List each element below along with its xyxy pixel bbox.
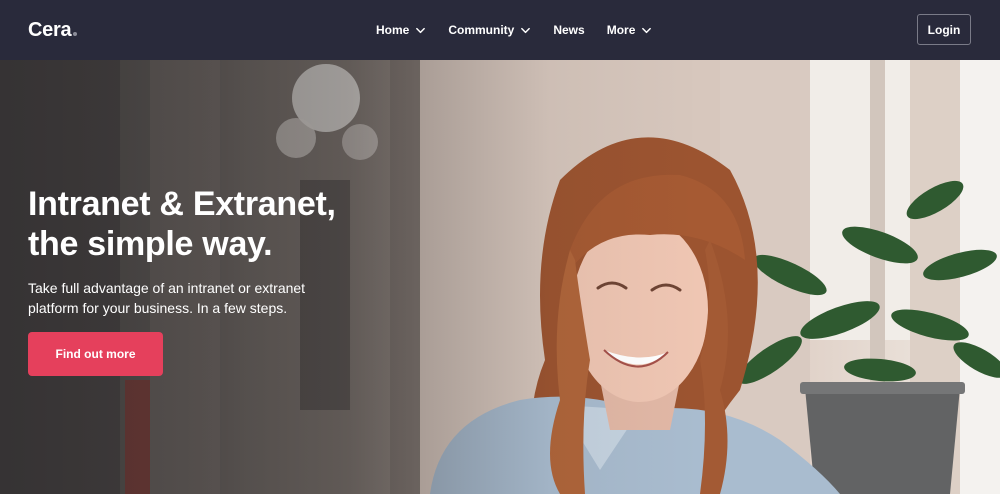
- brand-logo-dot: [73, 32, 78, 36]
- hero-subtitle-line: Take full advantage of an intranet or ex…: [28, 280, 306, 296]
- brand-name: Cera: [28, 19, 72, 41]
- hero-title: Intranet & Extranet, the simple way.: [28, 184, 448, 264]
- nav-item-news[interactable]: News: [553, 23, 584, 37]
- hero-title-line: the simple way.: [28, 225, 273, 263]
- nav-item-label: More: [606, 23, 636, 37]
- chevron-down-icon: [521, 27, 531, 33]
- nav-item-label: News: [553, 23, 585, 37]
- chevron-down-icon: [642, 27, 652, 33]
- hero-subtitle: Take full advantage of an intranet or ex…: [28, 278, 348, 318]
- chevron-down-icon: [416, 27, 426, 33]
- hero-subtitle-line: platform for your business. In a few ste…: [28, 300, 288, 316]
- hero-section: Intranet & Extranet, the simple way. Tak…: [0, 60, 1000, 494]
- nav-item-more[interactable]: More: [607, 23, 653, 37]
- nav-item-label: Community: [448, 23, 515, 37]
- nav-item-label: Home: [376, 23, 410, 37]
- nav-item-home[interactable]: Home: [376, 23, 426, 37]
- hero-overlay: [0, 60, 1000, 494]
- hero-title-line: Intranet & Extranet,: [28, 185, 336, 223]
- brand-logo[interactable]: Cera: [28, 18, 78, 42]
- login-button[interactable]: Login: [917, 14, 971, 45]
- top-navbar: Cera Home Community News More Login: [0, 0, 1000, 60]
- find-out-more-button[interactable]: Find out more: [28, 332, 163, 376]
- main-nav: Home Community News More: [376, 0, 674, 60]
- nav-item-community[interactable]: Community: [448, 23, 531, 37]
